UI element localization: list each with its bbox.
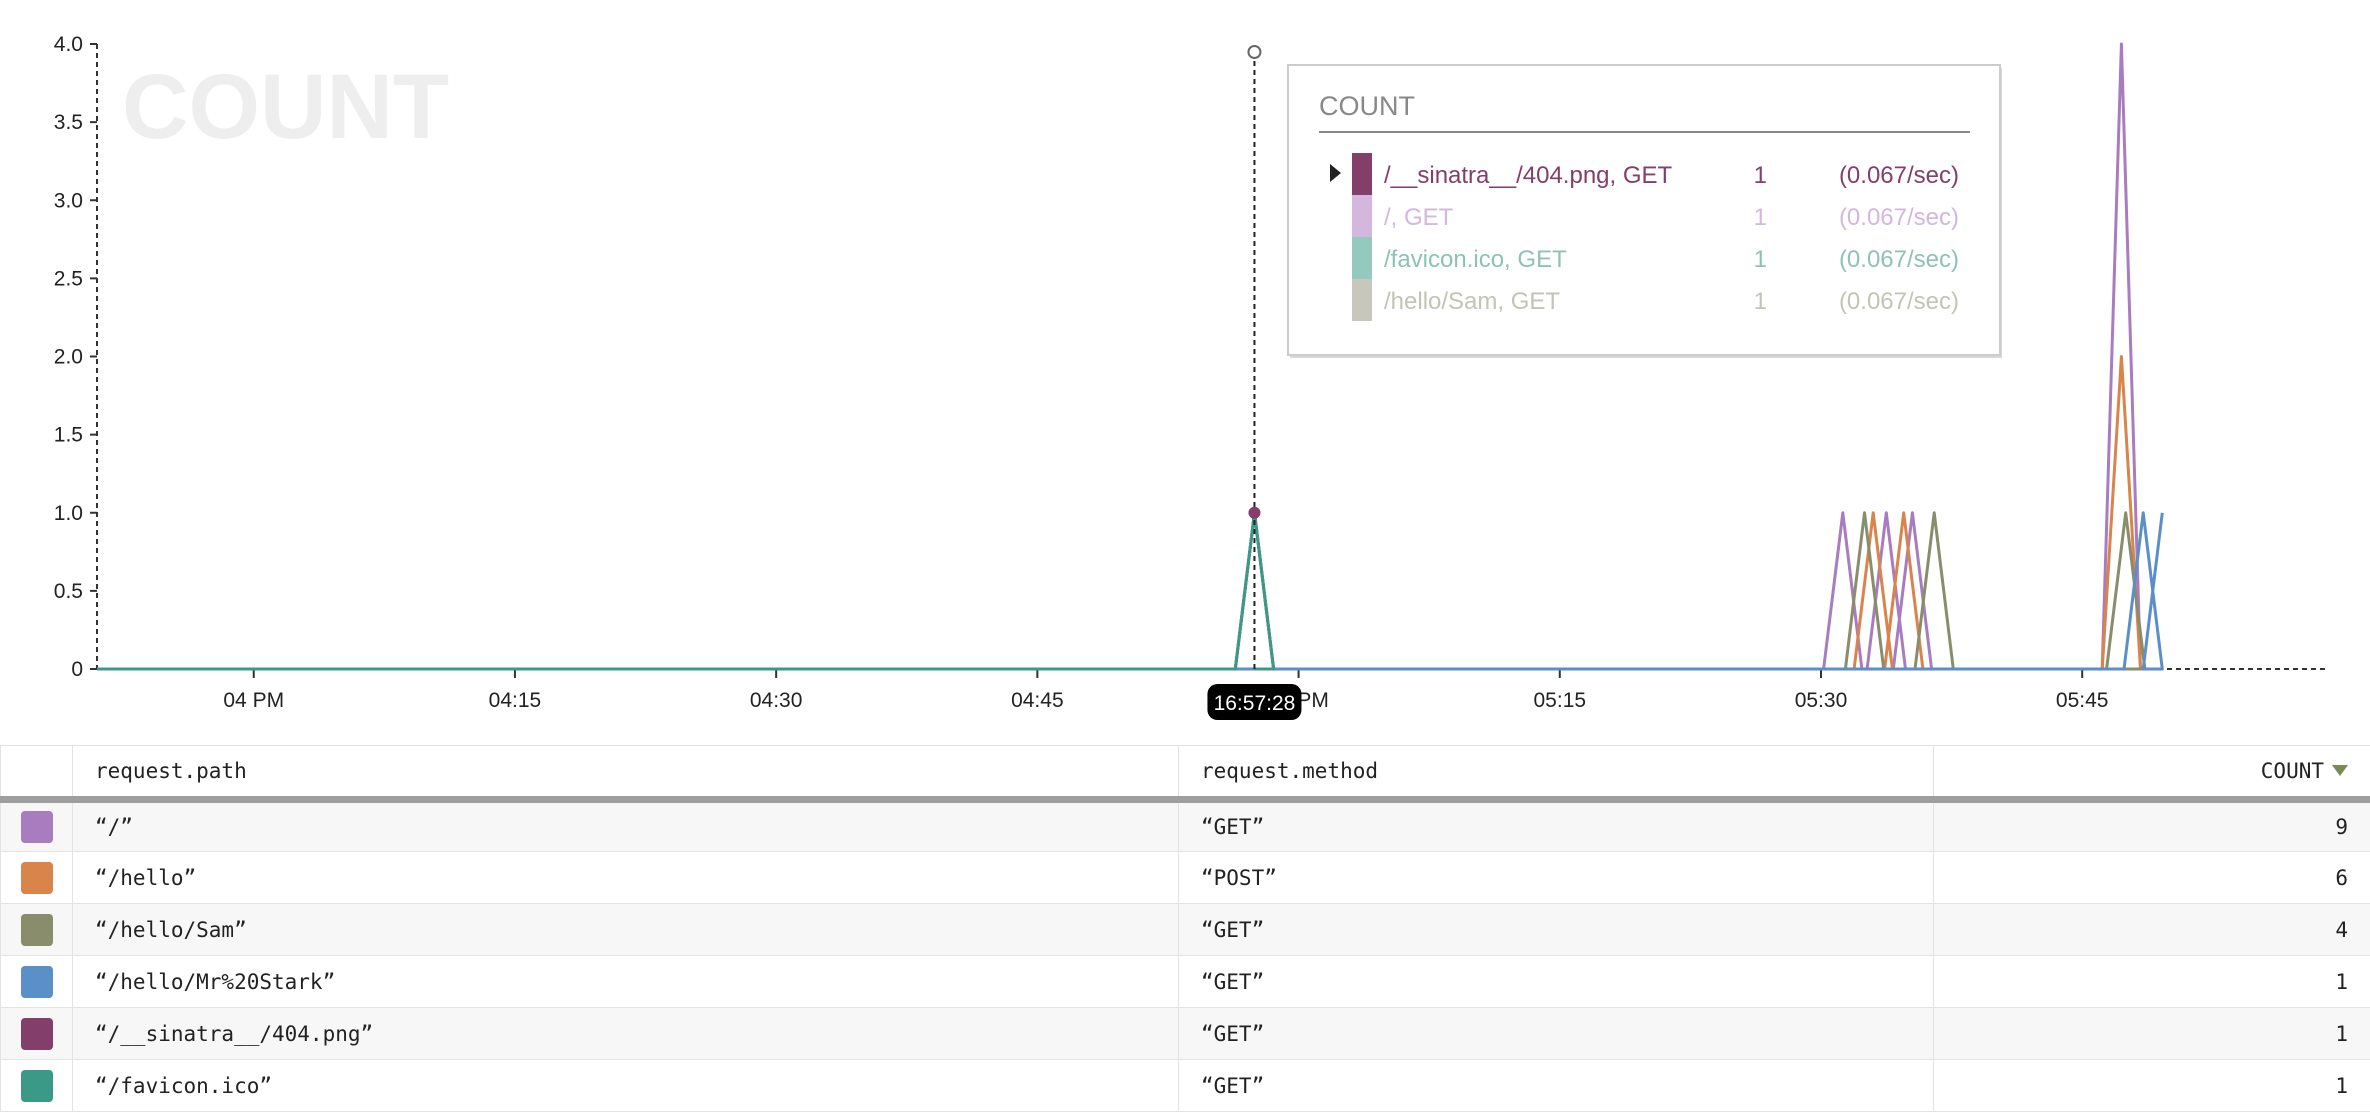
series-line — [97, 511, 1276, 671]
table-header-row: request.path request.method COUNT — [0, 745, 2370, 803]
tooltip-row-rate: (0.067/sec) — [1839, 204, 1959, 231]
x-tick-label: 04:45 — [1011, 689, 1064, 712]
tooltip-swatch — [1352, 237, 1372, 279]
series-color-swatch[interactable] — [20, 811, 53, 843]
tooltip-row-rate: (0.067/sec) — [1839, 246, 1959, 273]
y-tick-label: 3.0 — [54, 189, 83, 212]
hover-time-label: 16:57:28 — [1214, 692, 1296, 715]
table-row[interactable]: “/hello/Mr%20Stark” “GET” 1 — [0, 955, 2370, 1008]
series-line — [97, 511, 1276, 671]
tooltip-row-rate: (0.067/sec) — [1839, 162, 1959, 189]
y-tick-label: 0 — [71, 658, 83, 681]
column-header-method[interactable]: request.method — [1178, 745, 1934, 803]
cell-path: “/favicon.ico” — [72, 1059, 1179, 1112]
tooltip-row-label: /favicon.ico, GET — [1384, 246, 1567, 273]
tooltip-row-count: 1 — [1754, 204, 1767, 231]
tooltip-row-count: 1 — [1754, 162, 1767, 189]
tooltip-row-count: 1 — [1754, 246, 1767, 273]
results-table: request.path request.method COUNT “/” “GE… — [0, 745, 2370, 1112]
cell-method: “GET” — [1178, 1007, 1934, 1060]
y-tick-label: 3.5 — [54, 111, 83, 134]
x-tick-label: 05:15 — [1534, 689, 1587, 712]
table-row[interactable]: “/hello/Sam” “GET” 4 — [0, 903, 2370, 956]
cell-path: “/hello/Sam” — [72, 903, 1179, 956]
cell-method: “GET” — [1178, 903, 1934, 956]
count-chart[interactable]: COUNT 0 0.5 1.0 1.5 2.0 2.5 3.0 3.5 4.0 04 PM 04:1… — [0, 0, 2370, 738]
cell-method: “POST” — [1178, 851, 1934, 904]
series-line — [97, 511, 2147, 671]
cell-path: “/hello” — [72, 851, 1179, 904]
hover-tooltip: COUNT /__sinatra__/404.png, GET 1 (0.067/se… — [1287, 64, 2002, 358]
y-tick-label: 0.5 — [54, 580, 83, 603]
column-header-count[interactable]: COUNT — [1933, 745, 2370, 803]
series-color-swatch[interactable] — [20, 1069, 53, 1102]
tooltip-row-label: /hello/Sam, GET — [1384, 288, 1560, 315]
series-color-swatch[interactable] — [20, 965, 53, 998]
x-tick-label: 05:30 — [1795, 689, 1848, 712]
x-tick-label: 04 PM — [223, 689, 284, 712]
cell-count: 6 — [1933, 851, 2370, 904]
cell-method: “GET” — [1178, 955, 1934, 1008]
series-line — [97, 355, 2142, 671]
tooltip-row-count: 1 — [1754, 288, 1767, 315]
row-swatch-cell — [0, 851, 73, 904]
x-tick-label: 04:15 — [489, 689, 542, 712]
tooltip-row-rate: (0.067/sec) — [1839, 288, 1959, 315]
series-color-swatch[interactable] — [20, 913, 53, 946]
caret-down-icon[interactable] — [2332, 765, 2348, 776]
row-swatch-cell — [0, 955, 73, 1008]
cell-path: “/__sinatra__/404.png” — [72, 1007, 1179, 1060]
column-header-count-label: COUNT — [2260, 759, 2324, 783]
cell-count: 1 — [1933, 955, 2370, 1008]
y-tick-label: 1.0 — [54, 502, 83, 525]
cell-method: “GET” — [1178, 799, 1934, 852]
x-tick-label: 04:30 — [750, 689, 803, 712]
tooltip-swatch — [1352, 153, 1372, 195]
row-swatch-cell — [0, 1059, 73, 1112]
tooltip-swatch — [1352, 279, 1372, 321]
chart-watermark: COUNT — [122, 56, 449, 158]
cell-method: “GET” — [1178, 1059, 1934, 1112]
tooltip-row-label: /, GET — [1384, 204, 1454, 231]
cell-count: 1 — [1933, 1059, 2370, 1112]
x-tick-label: 05:45 — [2056, 689, 2109, 712]
crosshair-handle-icon — [1247, 45, 1262, 59]
swatch-header — [0, 745, 73, 803]
cell-path: “/hello/Mr%20Stark” — [72, 955, 1179, 1008]
y-tick-label: 4.0 — [54, 33, 83, 56]
column-header-path[interactable]: request.path — [72, 745, 1179, 803]
table-row[interactable]: “/favicon.ico” “GET” 1 — [0, 1059, 2370, 1112]
tooltip-title: COUNT — [1319, 91, 1415, 121]
cell-count: 9 — [1933, 799, 2370, 852]
row-swatch-cell — [0, 1007, 73, 1060]
cell-count: 1 — [1933, 1007, 2370, 1060]
hover-point — [1248, 506, 1261, 519]
cell-count: 4 — [1933, 903, 2370, 956]
row-swatch-cell — [0, 799, 73, 852]
tooltip-swatch — [1352, 195, 1372, 237]
table-row[interactable]: “/hello” “POST” 6 — [0, 851, 2370, 904]
series-color-swatch[interactable] — [20, 1017, 53, 1050]
y-tick-label: 1.5 — [54, 424, 83, 447]
y-tick-label: 2.5 — [54, 267, 83, 290]
table-row[interactable]: “/” “GET” 9 — [0, 799, 2370, 852]
row-swatch-cell — [0, 903, 73, 956]
series-color-swatch[interactable] — [20, 861, 53, 894]
y-tick-label: 2.0 — [54, 346, 83, 369]
tooltip-row-label: /__sinatra__/404.png, GET — [1384, 162, 1673, 189]
cell-path: “/” — [72, 799, 1179, 852]
table-row[interactable]: “/__sinatra__/404.png” “GET” 1 — [0, 1007, 2370, 1060]
